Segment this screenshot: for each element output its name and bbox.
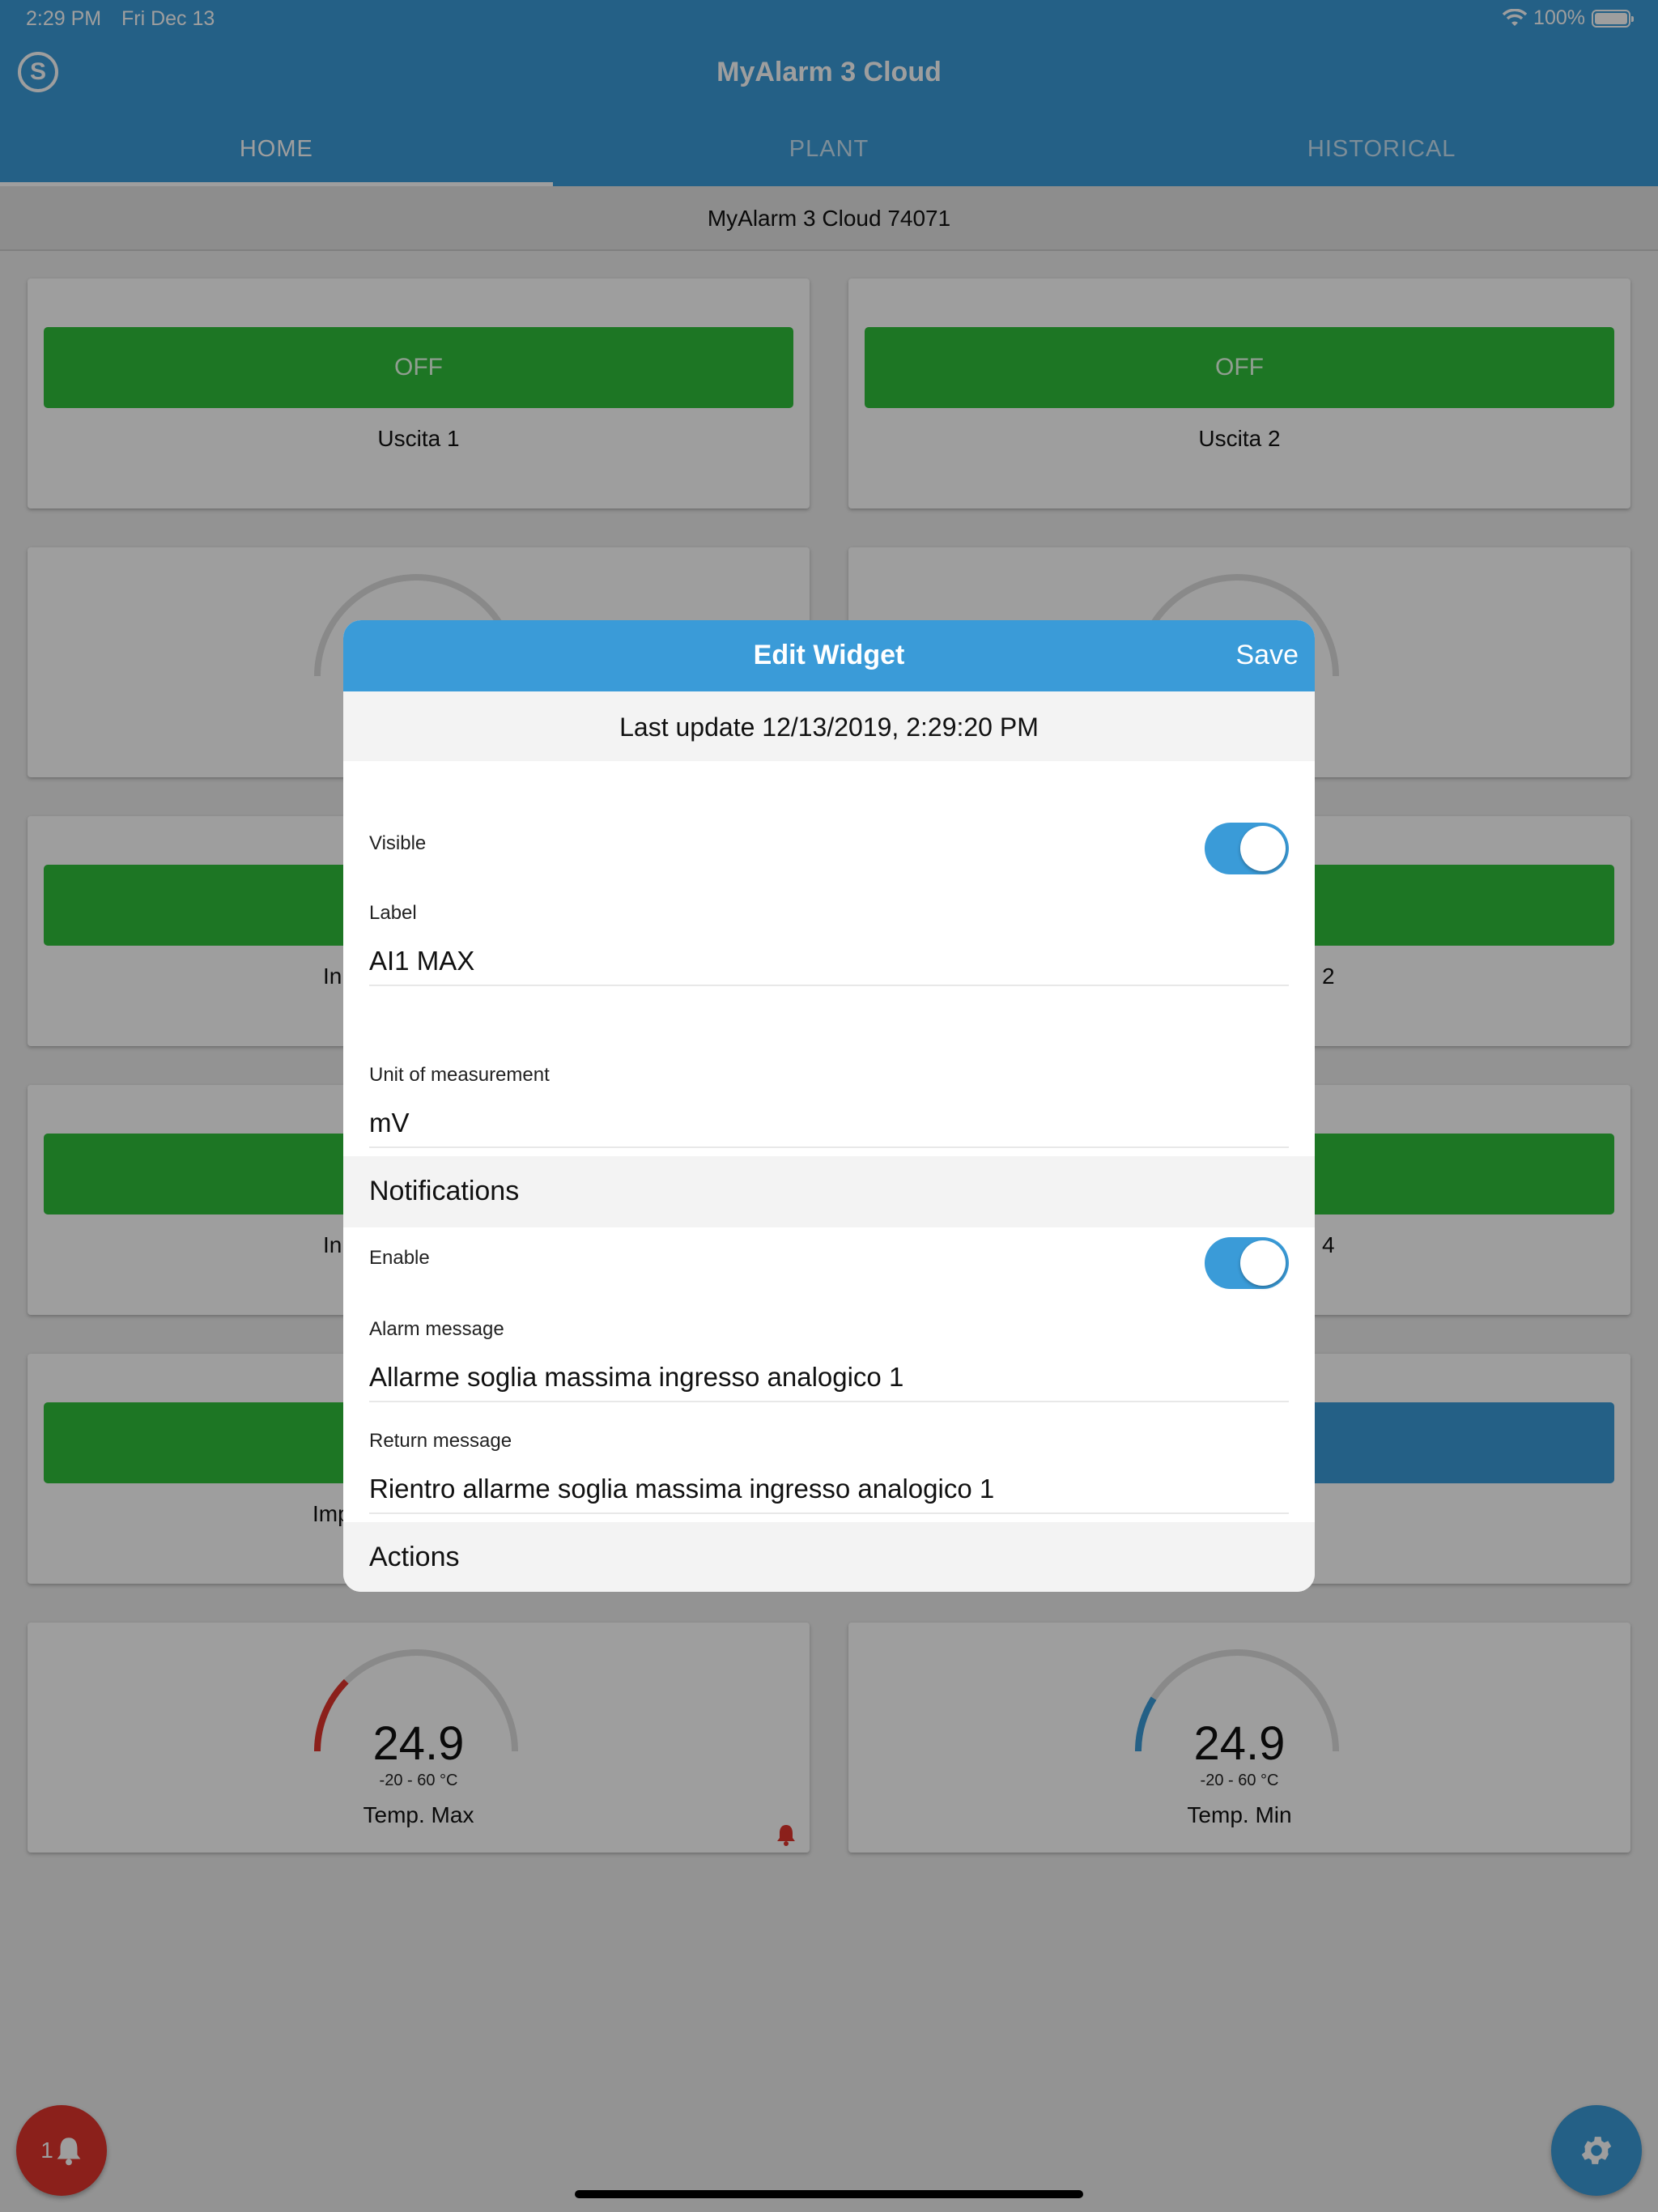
actions-section-header: Actions [343, 1522, 1315, 1592]
edit-widget-dialog: Edit Widget Save Last update 12/13/2019,… [343, 620, 1315, 1592]
return-message-label: Return message [369, 1430, 512, 1452]
enable-label: Enable [369, 1247, 430, 1269]
alarm-message-label: Alarm message [369, 1318, 504, 1340]
visible-toggle[interactable] [1205, 823, 1289, 874]
label-field-label: Label [369, 902, 417, 924]
label-field[interactable]: AI1 MAX [369, 946, 1289, 986]
dialog-title: Edit Widget [753, 640, 905, 670]
enable-notifications-toggle[interactable] [1205, 1237, 1289, 1289]
notifications-section-header: Notifications [343, 1156, 1315, 1227]
unit-field-label: Unit of measurement [369, 1064, 550, 1086]
last-update-text: Last update 12/13/2019, 2:29:20 PM [343, 691, 1315, 761]
save-button[interactable]: Save [1236, 640, 1299, 671]
alarm-message-field[interactable]: Allarme soglia massima ingresso analogic… [369, 1362, 1289, 1402]
unit-field[interactable]: mV [369, 1108, 1289, 1148]
dialog-header: Edit Widget Save [343, 620, 1315, 691]
visible-label: Visible [369, 832, 427, 854]
return-message-field[interactable]: Rientro allarme soglia massima ingresso … [369, 1474, 1289, 1514]
home-indicator [575, 2190, 1083, 2198]
